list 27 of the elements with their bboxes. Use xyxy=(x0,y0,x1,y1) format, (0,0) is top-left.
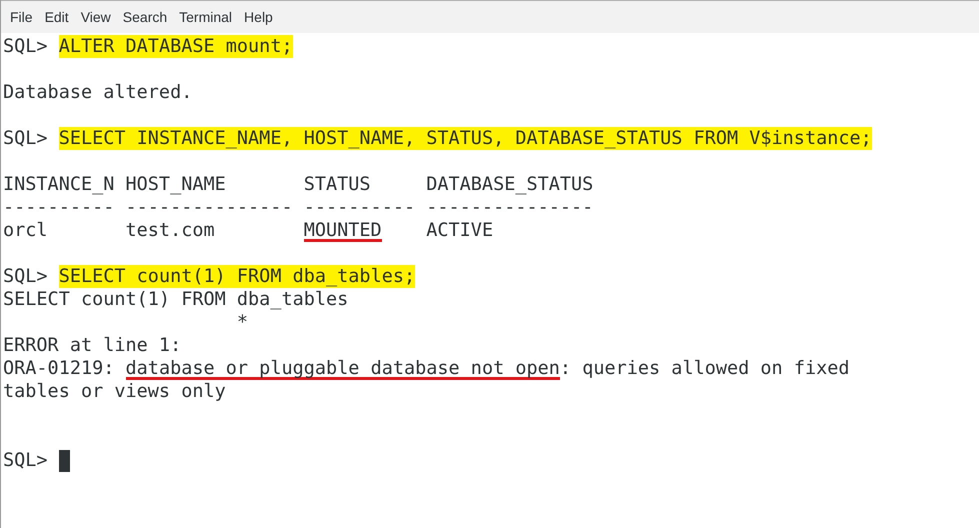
terminal-text: SQL> xyxy=(3,265,49,288)
terminal-text: INSTANCE_N HOST_NAME STATUS DATABASE_STATUS xyxy=(3,173,594,196)
terminal-text: ACTIVE xyxy=(425,219,494,242)
menu-item[interactable]: Terminal xyxy=(173,6,238,28)
terminal-text: database or pluggable database not open xyxy=(126,357,560,380)
terminal-text: : queries allowed on fixed xyxy=(560,357,850,380)
terminal-text: SQL> xyxy=(3,449,49,472)
terminal-text: ALTER DATABASE mount; xyxy=(58,35,293,58)
terminal-text: orcl test.com xyxy=(3,219,216,242)
menu-item[interactable]: View xyxy=(74,6,117,28)
cursor-block xyxy=(58,450,70,472)
terminal-text: Database altered. xyxy=(3,81,192,104)
terminal-text: ORA-01219: xyxy=(3,357,116,380)
terminal-text: ERROR at line 1: xyxy=(3,334,182,357)
terminal-text: tables or views only xyxy=(3,380,226,403)
menu-item[interactable]: Search xyxy=(116,6,174,28)
terminal-text: SQL> xyxy=(3,127,49,150)
terminal-text: SQL> xyxy=(3,35,49,58)
menu-item[interactable]: File xyxy=(4,6,39,28)
menu-item[interactable]: Help xyxy=(238,6,279,28)
terminal-text: SELECT INSTANCE_NAME, HOST_NAME, STATUS, DATABASE_STATUS FROM V$instance; xyxy=(58,127,872,150)
terminal-text: SELECT count(1) FROM dba_tables xyxy=(3,288,348,311)
terminal-text: SELECT count(1) FROM dba_tables; xyxy=(58,265,416,288)
terminal-text: * xyxy=(236,311,248,334)
menu-item[interactable]: Edit xyxy=(38,6,75,28)
terminal-text: MOUNTED xyxy=(304,219,382,242)
terminal-text: ---------- --------------- ---------- --------------- xyxy=(3,196,594,219)
